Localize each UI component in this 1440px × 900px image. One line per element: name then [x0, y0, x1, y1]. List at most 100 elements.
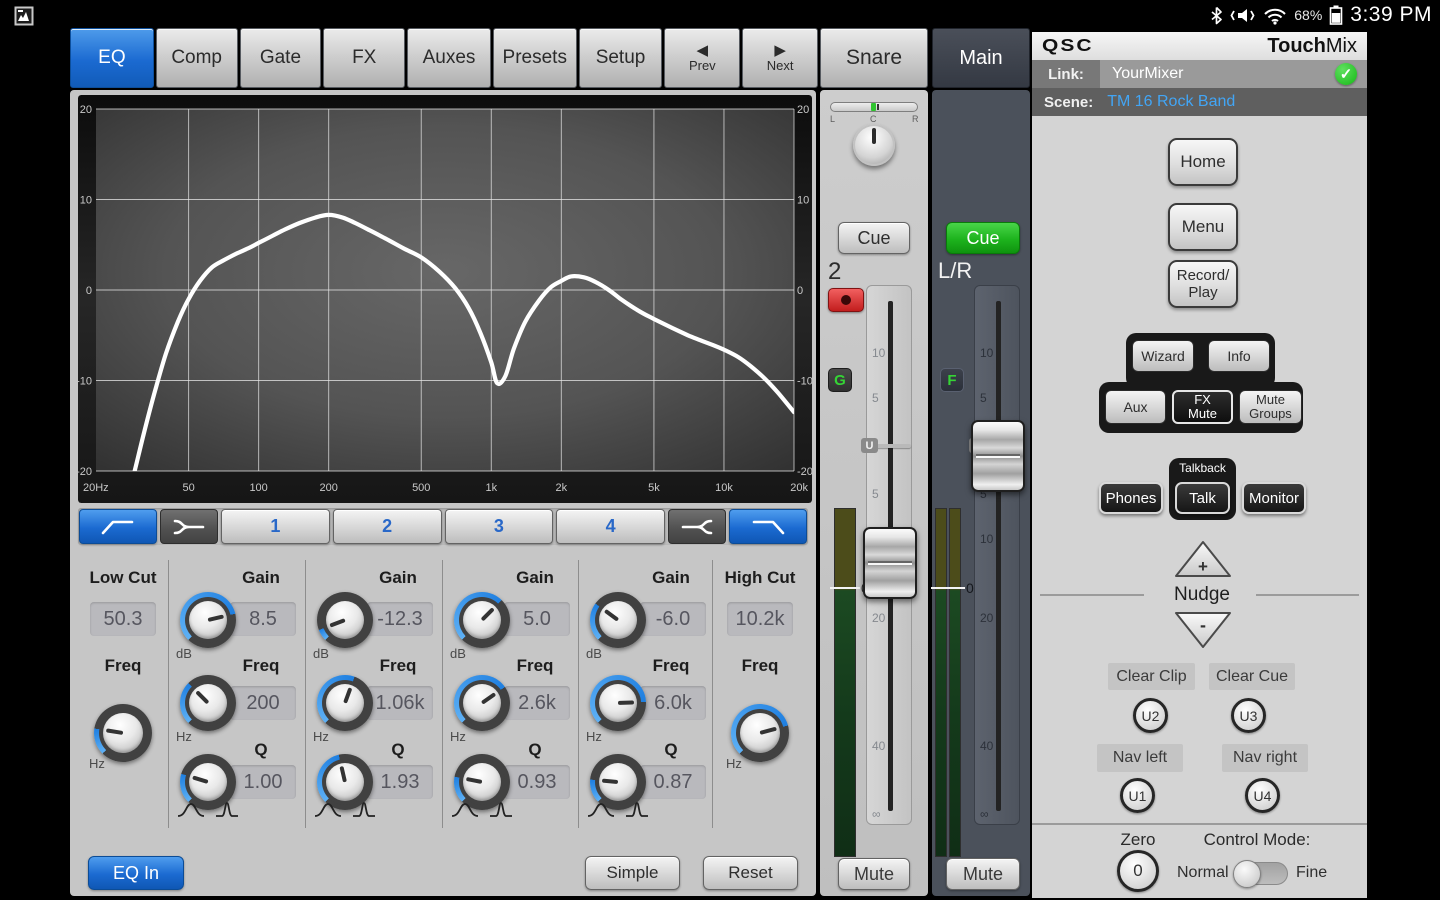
nudge-minus-glyph: -	[1200, 615, 1206, 635]
band-2-q-value[interactable]: 1.93	[367, 765, 433, 799]
eq-band-2-button[interactable]: 2	[333, 509, 442, 544]
tab-setup[interactable]: Setup	[579, 28, 663, 88]
scene-name[interactable]: TM 16 Rock Band	[1107, 93, 1235, 111]
cue-label: Cue	[857, 228, 890, 249]
tab-presets[interactable]: Presets	[493, 28, 577, 88]
eq-band-selector-row: 1234	[78, 508, 808, 545]
band-3-freq-knob[interactable]	[454, 675, 510, 731]
band-1-freq-value[interactable]: 200	[230, 686, 296, 720]
reset-button[interactable]: Reset	[703, 856, 798, 890]
eq-band-1-button[interactable]: 1	[221, 509, 330, 544]
wizard-button[interactable]: Wizard	[1132, 340, 1194, 372]
tab-auxes[interactable]: Auxes	[407, 28, 491, 88]
tab-main[interactable]: Main	[932, 28, 1030, 88]
tab-eq[interactable]: EQ	[70, 28, 154, 88]
zero-button[interactable]: 0	[1117, 850, 1159, 892]
band-4-gain-value[interactable]: -6.0	[640, 602, 706, 636]
toggle-knob[interactable]	[1233, 860, 1261, 888]
tab-comp[interactable]: Comp	[156, 28, 238, 88]
phones-button[interactable]: Phones	[1099, 482, 1163, 514]
fader-track[interactable]: 105U5102040∞	[974, 285, 1020, 825]
link-mixer-name[interactable]: YourMixer	[1112, 65, 1183, 83]
band-2-gain-value[interactable]: -12.3	[367, 602, 433, 636]
band-4-freq-knob[interactable]	[590, 675, 646, 731]
eq-high-shelf-filter-button[interactable]	[668, 509, 726, 544]
low-cut-frequency-value[interactable]: 50.3	[90, 602, 156, 636]
pan-slider[interactable]	[830, 102, 918, 112]
mute-groups-button[interactable]: Mute Groups	[1239, 390, 1302, 424]
eq-frequency-response-graph[interactable]: 2020101000-10-10-20-2020Hz501002005001k2…	[78, 95, 812, 503]
tab-fx[interactable]: FX	[323, 28, 405, 88]
main-cue-button[interactable]: Cue	[946, 222, 1020, 254]
fader-cap[interactable]	[971, 420, 1025, 492]
band-1-q-value[interactable]: 1.00	[230, 765, 296, 799]
band-4-freq-value[interactable]: 6.0k	[640, 686, 706, 720]
band-1-gain-knob[interactable]	[180, 592, 236, 648]
menu-button[interactable]: Menu	[1168, 203, 1238, 251]
fader-scale--60: ∞	[980, 807, 989, 821]
eq-high-cut-filter-button[interactable]	[729, 509, 807, 544]
svg-text:500: 500	[412, 482, 430, 494]
control-mode-toggle[interactable]	[1234, 862, 1288, 885]
fader-scale-5: 5	[980, 391, 987, 405]
band-3-q-label: Q	[500, 740, 570, 760]
user-button-u2[interactable]: U2	[1133, 698, 1168, 733]
main-mute-button[interactable]: Mute	[946, 858, 1020, 890]
band-2-freq-value[interactable]: 1.06k	[367, 686, 433, 720]
main-lr-strip: CueL/RF0105U5102040∞Mute	[932, 90, 1030, 896]
channel-mute-button[interactable]: Mute	[838, 858, 910, 890]
nudge-up-button[interactable]: +	[1172, 538, 1234, 580]
band-3-q-value[interactable]: 0.93	[504, 765, 570, 799]
user-button-u1[interactable]: U1	[1120, 778, 1155, 813]
high-cut-freq-knob[interactable]	[731, 704, 789, 762]
unity-marker: U	[861, 438, 878, 453]
band-2-freq-knob[interactable]	[317, 675, 373, 731]
nav-right-text: Nav right	[1233, 749, 1297, 767]
channel-cue-button[interactable]: Cue	[838, 222, 910, 254]
band-1-freq-knob[interactable]	[180, 675, 236, 731]
band-4-q-value[interactable]: 0.87	[640, 765, 706, 799]
aux-button[interactable]: Aux	[1105, 390, 1166, 424]
q-width-icons	[313, 800, 377, 820]
band-3-gain-knob[interactable]	[454, 592, 510, 648]
record-play-button[interactable]: Record/ Play	[1168, 260, 1238, 308]
pan-knob[interactable]	[853, 124, 895, 166]
fader-track[interactable]: 105U5102040∞	[866, 285, 912, 825]
band-4-gain-knob[interactable]	[590, 592, 646, 648]
info-button[interactable]: Info	[1208, 340, 1270, 372]
nav-right-label: Nav right	[1222, 744, 1308, 772]
talk-button[interactable]: Talk	[1175, 482, 1230, 514]
tab-prev[interactable]: ◀Prev	[664, 28, 740, 88]
fader-scale--20: 20	[872, 611, 885, 625]
record-arm-button[interactable]	[828, 288, 864, 312]
simple-button[interactable]: Simple	[585, 856, 680, 890]
band-1-gain-value[interactable]: 8.5	[230, 602, 296, 636]
eq-band-3-button[interactable]: 3	[445, 509, 554, 544]
fx-mute-button[interactable]: FX Mute	[1172, 390, 1233, 424]
low-cut-freq-knob[interactable]	[94, 704, 152, 762]
band-2-gain-unit: dB	[313, 646, 329, 661]
eq-low-cut-filter-button[interactable]	[79, 509, 157, 544]
band-3-gain-value[interactable]: 5.0	[504, 602, 570, 636]
user-button-u4[interactable]: U4	[1245, 778, 1280, 813]
eq-panel: 2020101000-10-10-20-2020Hz501002005001k2…	[70, 90, 816, 896]
home-button[interactable]: Home	[1168, 138, 1238, 186]
tab-gate[interactable]: Gate	[240, 28, 322, 88]
fader-cap[interactable]	[863, 527, 917, 599]
nudge-down-button[interactable]: -	[1172, 609, 1234, 651]
band-2-gain-knob[interactable]	[317, 592, 373, 648]
eq-low-shelf-filter-button[interactable]	[160, 509, 218, 544]
level-meter	[834, 508, 856, 857]
svg-text:20: 20	[797, 104, 809, 116]
eq-band-4-button[interactable]: 4	[556, 509, 665, 544]
tab-next[interactable]: ▶Next	[742, 28, 818, 88]
user-button-u3[interactable]: U3	[1231, 698, 1266, 733]
monitor-button[interactable]: Monitor	[1242, 482, 1306, 514]
tab-channel-snare[interactable]: Snare	[820, 28, 928, 88]
eq-in-button[interactable]: EQ In	[88, 856, 184, 890]
band-3-freq-value[interactable]: 2.6k	[504, 686, 570, 720]
home-label: Home	[1180, 152, 1225, 172]
svg-text:-20: -20	[78, 466, 92, 478]
high-cut-frequency-value[interactable]: 10.2k	[727, 602, 793, 636]
knob-pointer	[208, 614, 225, 622]
